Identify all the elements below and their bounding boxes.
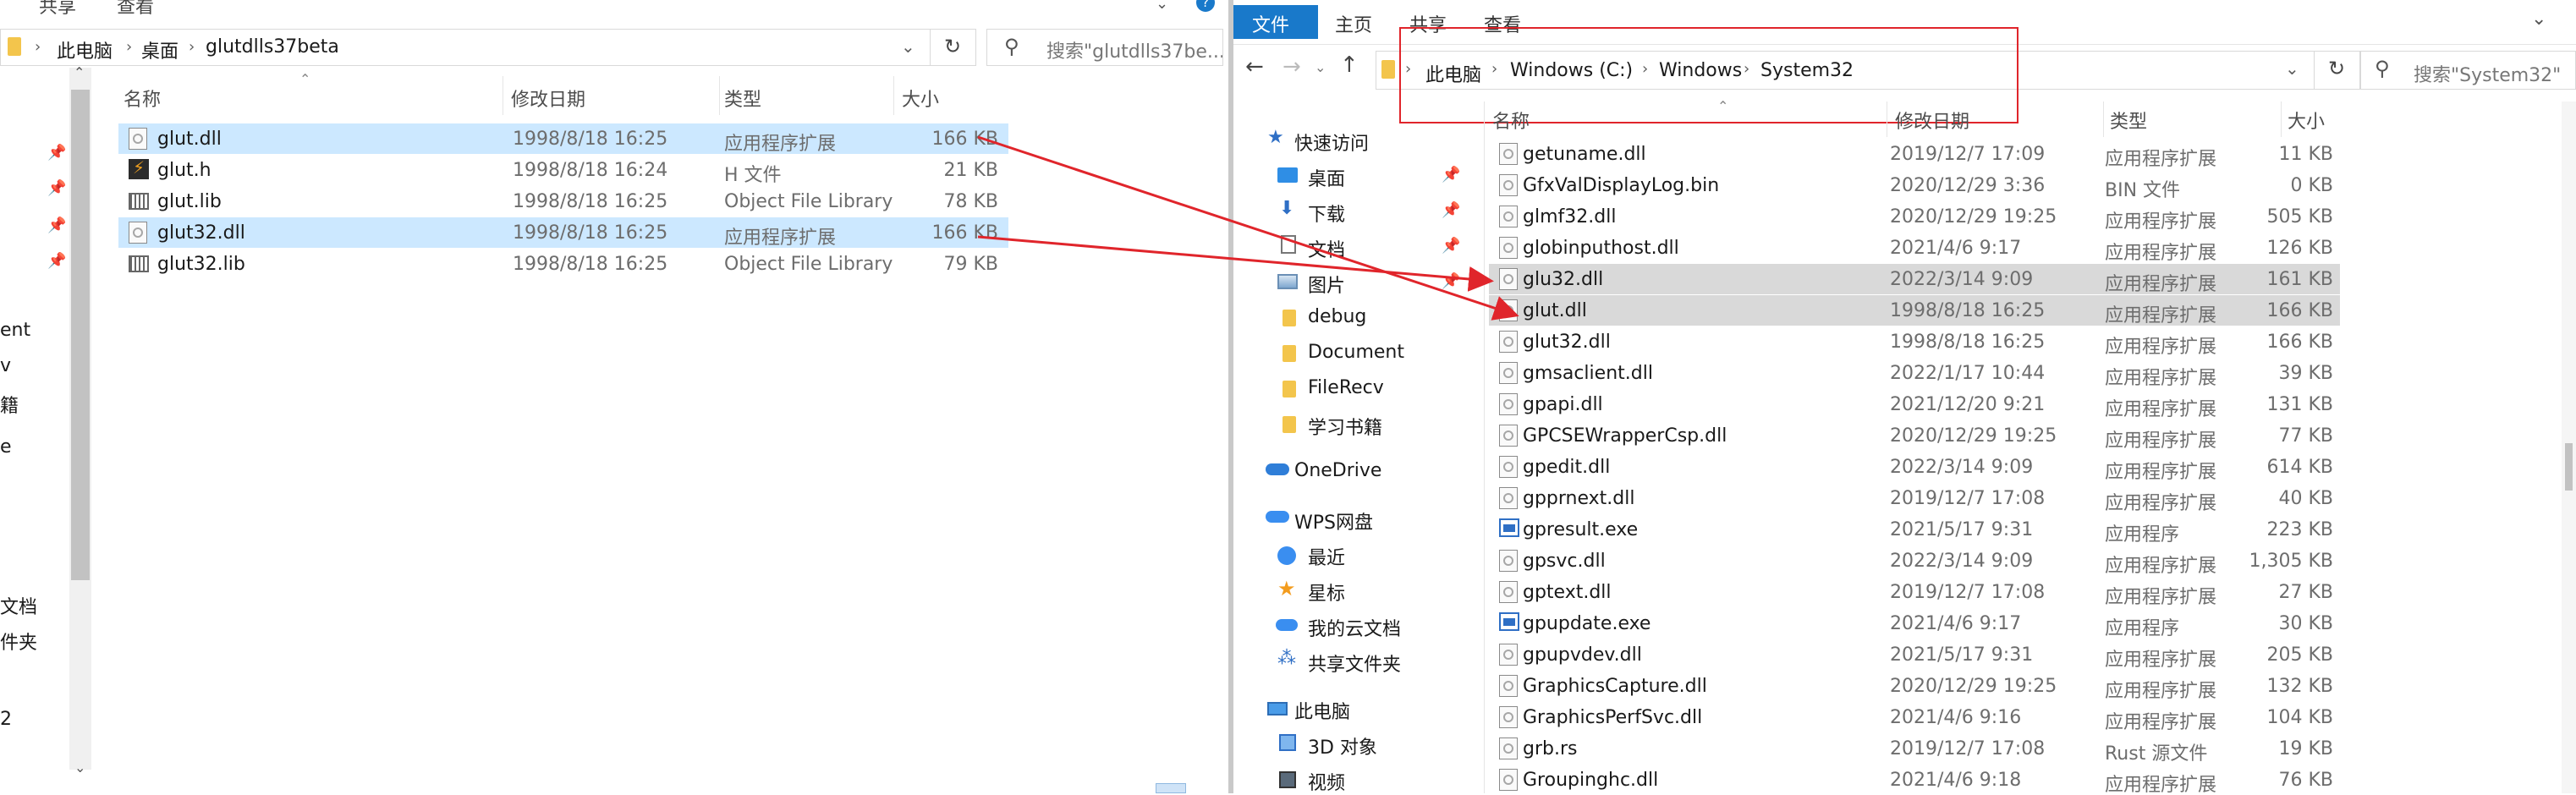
annotation-arrows — [977, 135, 1519, 321]
arrow-glut-dll — [977, 135, 1519, 321]
arrow-glut32-dll — [977, 235, 1494, 292]
